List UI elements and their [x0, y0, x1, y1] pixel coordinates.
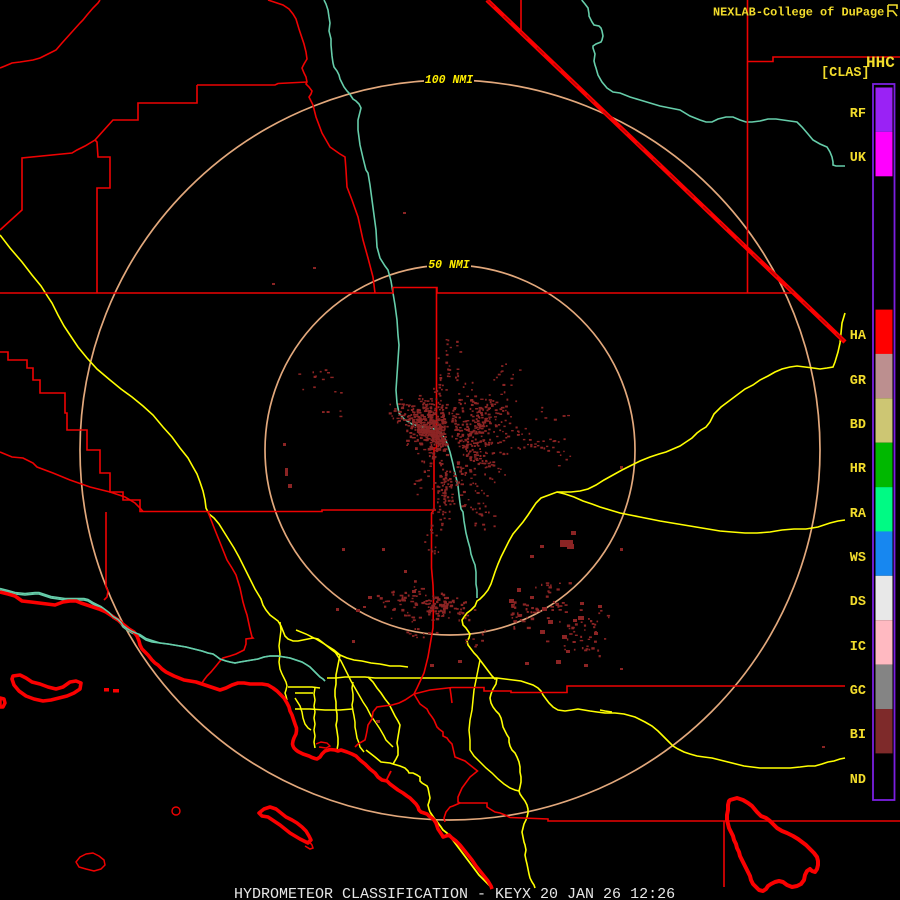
svg-text:NEXLAB-College of DuPage: NEXLAB-College of DuPage [713, 6, 884, 20]
svg-text:GR: GR [850, 374, 867, 389]
svg-text:WS: WS [850, 551, 866, 566]
svg-text:IC: IC [850, 640, 866, 655]
svg-text:100 NMI: 100 NMI [425, 74, 473, 87]
svg-text:HHC: HHC [866, 54, 895, 72]
svg-text:UK: UK [850, 151, 867, 166]
svg-text:HYDROMETEOR CLASSIFICATION - K: HYDROMETEOR CLASSIFICATION - KEYX 20 JAN… [234, 886, 675, 900]
svg-text:BD: BD [850, 418, 866, 433]
svg-text:[CLAS]: [CLAS] [821, 66, 870, 81]
svg-text:BI: BI [850, 728, 866, 743]
svg-text:DS: DS [850, 595, 866, 610]
svg-text:RA: RA [850, 507, 867, 522]
svg-text:ND: ND [850, 773, 866, 788]
svg-text:GC: GC [850, 684, 866, 699]
svg-text:HA: HA [850, 329, 867, 344]
svg-text:HR: HR [850, 462, 867, 477]
svg-text:50 NMI: 50 NMI [428, 259, 470, 272]
svg-text:RF: RF [850, 107, 866, 122]
